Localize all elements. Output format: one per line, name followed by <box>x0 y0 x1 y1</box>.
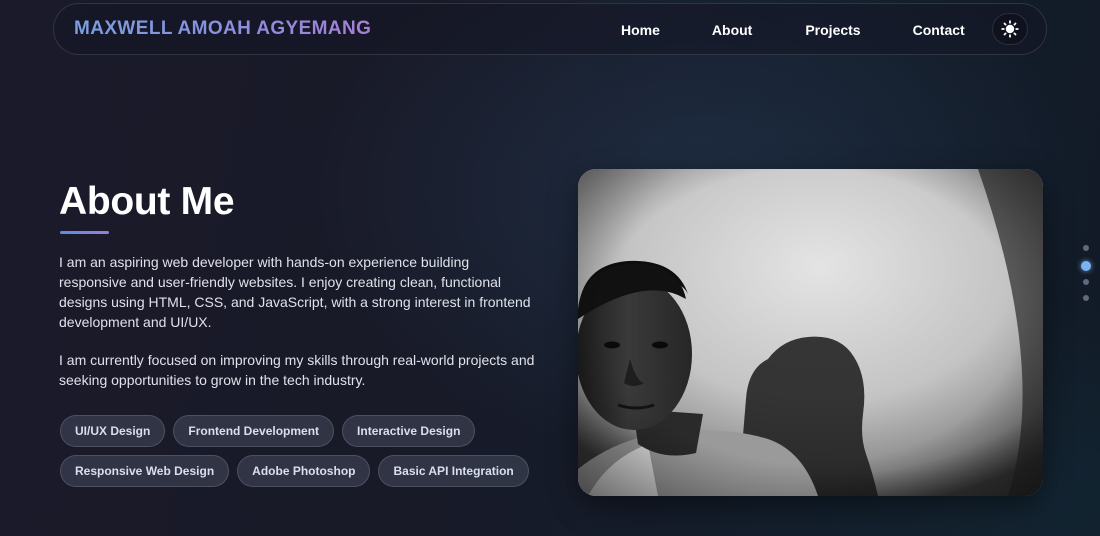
page-title: About Me <box>59 180 235 223</box>
skill-tag-interactive-design: Interactive Design <box>342 415 476 447</box>
navbar: MAXWELL AMOAH AGYEMANG Home About Projec… <box>53 3 1047 55</box>
brand-logo[interactable]: MAXWELL AMOAH AGYEMANG <box>74 18 371 40</box>
skill-row: Responsive Web Design Adobe Photoshop Ba… <box>60 455 530 487</box>
section-dot[interactable] <box>1083 279 1089 285</box>
skill-row: UI/UX Design Frontend Development Intera… <box>60 415 530 447</box>
profile-photo-illustration <box>578 169 1043 496</box>
section-dot[interactable] <box>1083 295 1089 301</box>
theme-toggle-button[interactable] <box>992 13 1028 45</box>
skill-tag-responsive-web-design: Responsive Web Design <box>60 455 230 487</box>
skill-tag-basic-api-integration: Basic API Integration <box>378 455 529 487</box>
skill-tag-adobe-photoshop: Adobe Photoshop <box>237 455 371 487</box>
about-paragraph-1: I am an aspiring web developer with hand… <box>59 254 531 330</box>
about-paragraph-2: I am currently focused on improving my s… <box>59 352 535 388</box>
section-dot-active[interactable] <box>1081 261 1091 271</box>
sun-icon <box>1001 20 1019 38</box>
nav-link-about[interactable]: About <box>712 22 752 38</box>
profile-photo <box>578 169 1043 496</box>
title-underline <box>60 231 109 234</box>
nav-link-contact[interactable]: Contact <box>913 22 965 38</box>
skill-tag-ui-ux-design: UI/UX Design <box>60 415 166 447</box>
skill-tag-frontend-development: Frontend Development <box>173 415 335 447</box>
nav-link-projects[interactable]: Projects <box>805 22 860 38</box>
nav-links: Home About Projects Contact <box>621 4 965 56</box>
skill-tags: UI/UX Design Frontend Development Intera… <box>60 415 530 495</box>
nav-link-home[interactable]: Home <box>621 22 660 38</box>
section-dot[interactable] <box>1083 245 1089 251</box>
